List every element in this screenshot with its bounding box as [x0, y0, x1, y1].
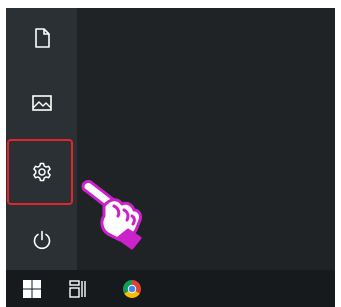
taskbar	[6, 270, 335, 307]
task-view-icon	[69, 279, 86, 298]
pointing-hand-cursor-icon	[81, 179, 142, 250]
windows-logo-icon	[23, 279, 41, 298]
start-button[interactable]	[12, 270, 52, 307]
task-view-button[interactable]	[58, 270, 98, 307]
power-icon	[33, 230, 50, 250]
settings-highlight-box	[7, 139, 73, 205]
pictures-button[interactable]	[6, 81, 77, 125]
chrome-button[interactable]	[112, 270, 152, 307]
chrome-icon	[123, 279, 141, 298]
power-button[interactable]	[6, 218, 77, 262]
document-icon	[34, 28, 50, 48]
picture-icon	[31, 95, 52, 111]
documents-button[interactable]	[6, 16, 77, 60]
start-menu	[6, 8, 335, 270]
start-menu-rail	[6, 8, 77, 270]
